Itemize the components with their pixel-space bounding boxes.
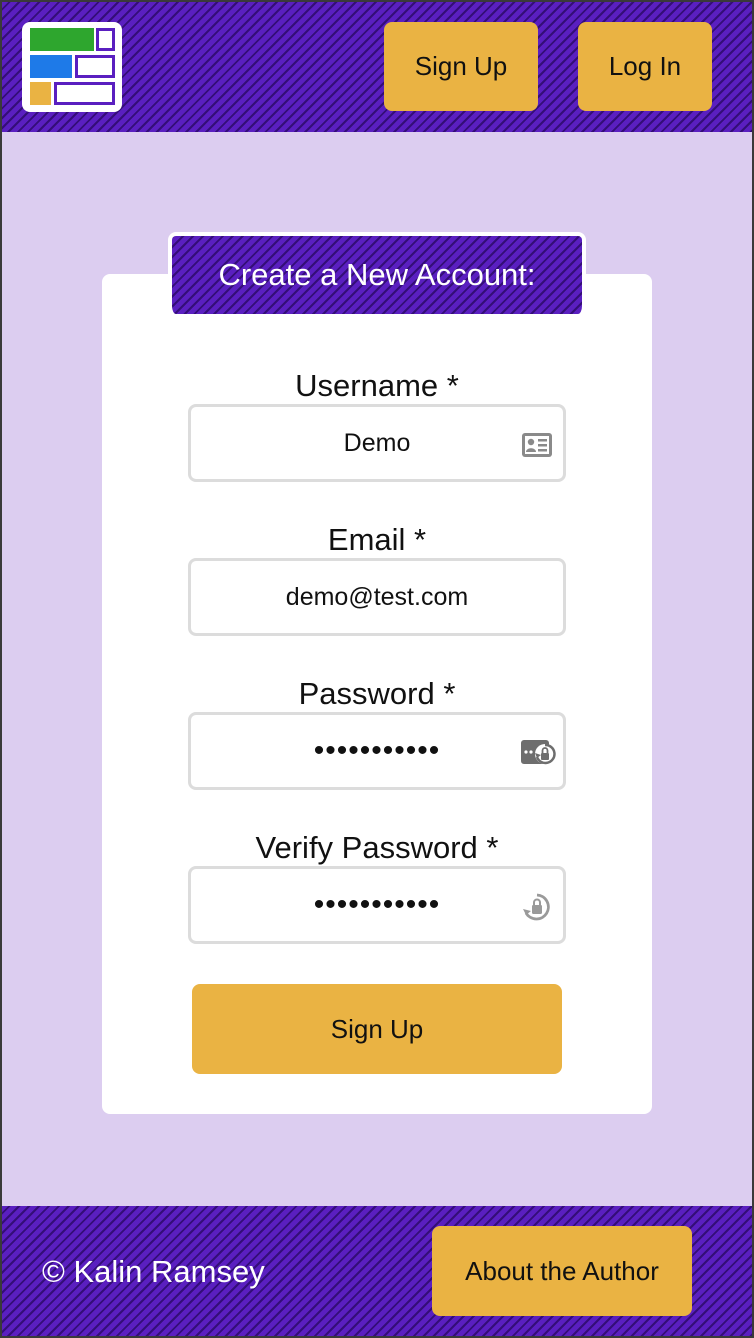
- contact-card-icon: [521, 429, 553, 461]
- header-login-button[interactable]: Log In: [578, 22, 712, 111]
- username-field-wrapper: [188, 404, 566, 482]
- lock-refresh-icon: [521, 891, 553, 923]
- verify-password-label: Verify Password *: [255, 830, 499, 865]
- logo-block-outline: [54, 82, 115, 105]
- copyright-text: © Kalin Ramsey: [42, 1254, 265, 1289]
- password-reset-icon: [521, 737, 556, 769]
- about-author-button[interactable]: About the Author: [432, 1226, 692, 1316]
- top-header: Sign Up Log In: [2, 2, 752, 132]
- password-input[interactable]: [191, 715, 563, 787]
- logo-block-outline: [75, 55, 115, 78]
- logo-block-outline: [96, 28, 115, 51]
- logo-icon[interactable]: [22, 22, 122, 112]
- username-label: Username *: [295, 368, 459, 403]
- form-title: Create a New Account:: [168, 232, 586, 314]
- verify-password-input[interactable]: [191, 869, 563, 941]
- logo-block-green: [30, 28, 94, 51]
- password-label: Password *: [298, 676, 456, 711]
- username-input[interactable]: [191, 407, 563, 479]
- email-input[interactable]: [191, 561, 563, 633]
- signup-submit-button[interactable]: Sign Up: [192, 984, 562, 1074]
- email-field-wrapper: [188, 558, 566, 636]
- email-label: Email *: [327, 522, 427, 557]
- verify-password-field-wrapper: [188, 866, 566, 944]
- logo-block-yellow: [30, 82, 51, 105]
- header-signup-button[interactable]: Sign Up: [384, 22, 538, 111]
- logo-block-blue: [30, 55, 72, 78]
- password-field-wrapper: [188, 712, 566, 790]
- footer: © Kalin Ramsey About the Author: [2, 1206, 752, 1336]
